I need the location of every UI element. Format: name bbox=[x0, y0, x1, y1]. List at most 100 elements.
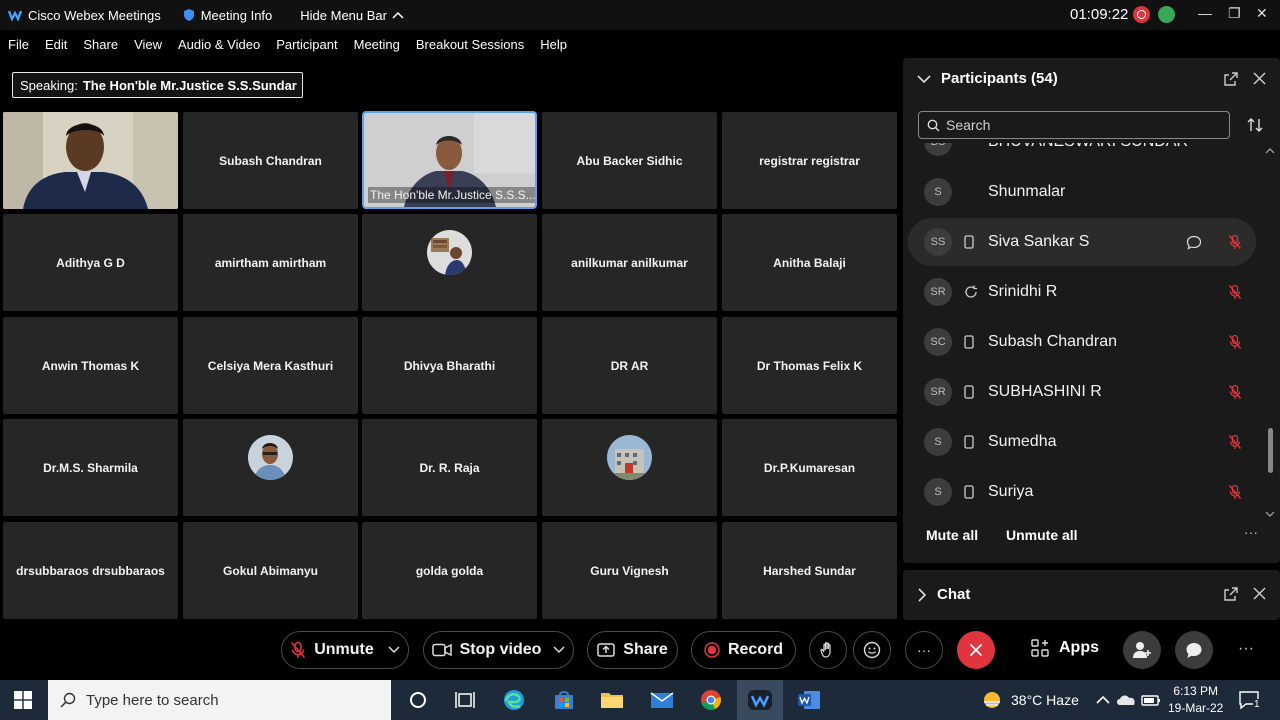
video-tile[interactable]: Guru Vignesh bbox=[542, 522, 717, 619]
file-explorer-icon[interactable] bbox=[599, 688, 625, 712]
video-tile[interactable] bbox=[542, 419, 717, 516]
video-tile[interactable]: Harshed Sundar bbox=[722, 522, 897, 619]
microsoft-store-icon[interactable] bbox=[551, 688, 577, 712]
video-tile[interactable]: Abu Backer Sidhic bbox=[542, 112, 717, 209]
video-tile[interactable]: Subash Chandran bbox=[183, 112, 358, 209]
menu-meeting[interactable]: Meeting bbox=[354, 37, 400, 52]
raise-hand-button[interactable] bbox=[809, 631, 847, 669]
video-tile[interactable]: amirtham amirtham bbox=[183, 214, 358, 311]
video-tile[interactable]: Dr. R. Raja bbox=[362, 419, 537, 516]
taskbar-active-app[interactable] bbox=[737, 680, 783, 720]
video-tile[interactable]: drsubbaraos drsubbaraos bbox=[3, 522, 178, 619]
windows-start-icon[interactable] bbox=[14, 691, 32, 709]
video-tile[interactable]: Gokul Abimanyu bbox=[183, 522, 358, 619]
close-icon[interactable] bbox=[1253, 587, 1266, 600]
video-tile[interactable]: Dr.P.Kumaresan bbox=[722, 419, 897, 516]
participant-more-options-button[interactable]: ··· bbox=[1244, 524, 1258, 540]
menu-file[interactable]: File bbox=[8, 37, 29, 52]
video-tile[interactable]: Dr Thomas Felix K bbox=[722, 317, 897, 414]
muted-mic-icon[interactable] bbox=[1228, 284, 1242, 300]
meeting-info-button[interactable]: Meeting Info bbox=[183, 8, 272, 23]
edge-browser-icon[interactable] bbox=[501, 688, 527, 712]
menu-breakout-sessions[interactable]: Breakout Sessions bbox=[416, 37, 524, 52]
notification-center-button[interactable]: 1 bbox=[1238, 690, 1261, 715]
muted-mic-icon[interactable] bbox=[1228, 434, 1242, 450]
participant-row[interactable]: SR Srinidhi R bbox=[908, 268, 1256, 316]
participant-row[interactable]: S Suriya bbox=[908, 468, 1256, 516]
menu-edit[interactable]: Edit bbox=[45, 37, 67, 52]
mail-icon[interactable] bbox=[649, 688, 675, 712]
mute-all-button[interactable]: Mute all bbox=[926, 527, 978, 543]
video-tile[interactable]: anilkumar anilkumar bbox=[542, 214, 717, 311]
scroll-thumb[interactable] bbox=[1268, 428, 1273, 473]
participant-row[interactable]: BS BHUVANESWARI SUNDAR bbox=[908, 143, 1256, 166]
speaking-name: The Hon'ble Mr.Justice S.S.Sundar bbox=[82, 77, 297, 93]
more-options-button[interactable]: ··· bbox=[905, 631, 943, 669]
taskbar-search-box[interactable]: Type here to search bbox=[48, 680, 391, 720]
video-tile[interactable]: Adithya G D bbox=[3, 214, 178, 311]
video-tile[interactable]: Anitha Balaji bbox=[722, 214, 897, 311]
muted-mic-icon[interactable] bbox=[1228, 384, 1242, 400]
word-icon[interactable] bbox=[796, 688, 822, 712]
onedrive-cloud-icon[interactable] bbox=[1114, 688, 1140, 712]
video-tile[interactable]: Celsiya Mera Kasthuri bbox=[183, 317, 358, 414]
battery-icon[interactable] bbox=[1138, 688, 1164, 712]
recording-indicator-icon[interactable] bbox=[1133, 6, 1150, 23]
control-bar-overflow-button[interactable]: ··· bbox=[1238, 640, 1254, 658]
menu-participant[interactable]: Participant bbox=[276, 37, 337, 52]
chat-toggle-button[interactable] bbox=[1175, 631, 1213, 669]
sort-icon[interactable] bbox=[1247, 117, 1263, 133]
chat-bubble-icon[interactable] bbox=[1186, 235, 1202, 250]
apps-button[interactable]: Apps bbox=[1031, 639, 1099, 657]
participant-row[interactable]: S Sumedha bbox=[908, 418, 1256, 466]
network-stats-icon[interactable] bbox=[1158, 6, 1175, 23]
pop-out-icon[interactable] bbox=[1224, 72, 1238, 86]
participants-toggle-button[interactable] bbox=[1123, 631, 1161, 669]
close-window-button[interactable]: ✕ bbox=[1256, 5, 1268, 22]
participant-row[interactable]: S Shunmalar bbox=[908, 168, 1256, 216]
unmute-all-button[interactable]: Unmute all bbox=[1006, 527, 1078, 543]
video-tile[interactable]: Dhivya Bharathi bbox=[362, 317, 537, 414]
participant-search-input[interactable] bbox=[946, 117, 1216, 133]
leave-meeting-button[interactable] bbox=[957, 631, 995, 669]
participant-row[interactable]: SR SUBHASHINI R bbox=[908, 368, 1256, 416]
participant-row[interactable]: SS Siva Sankar S bbox=[908, 218, 1256, 266]
menu-view[interactable]: View bbox=[134, 37, 162, 52]
system-clock[interactable]: 6:13 PM 19-Mar-22 bbox=[1168, 683, 1223, 717]
video-tile[interactable]: DR AR bbox=[542, 317, 717, 414]
chat-header[interactable]: Chat bbox=[917, 586, 970, 603]
hide-menu-bar-button[interactable]: Hide Menu Bar bbox=[300, 8, 404, 23]
muted-mic-icon[interactable] bbox=[1228, 484, 1242, 500]
video-tile[interactable]: golda golda bbox=[362, 522, 537, 619]
task-view-icon[interactable] bbox=[452, 688, 478, 712]
participants-header[interactable]: Participants (54) bbox=[917, 70, 1058, 87]
video-tile[interactable] bbox=[362, 214, 537, 311]
video-tile[interactable] bbox=[183, 419, 358, 516]
menu-help[interactable]: Help bbox=[540, 37, 567, 52]
participant-row[interactable]: SC Subash Chandran bbox=[908, 318, 1256, 366]
weather-text[interactable]: 38°C Haze bbox=[1011, 692, 1079, 708]
participant-list-scrollbar[interactable] bbox=[1265, 148, 1275, 518]
stop-video-button[interactable]: Stop video bbox=[423, 631, 574, 669]
reactions-button[interactable] bbox=[853, 631, 891, 669]
video-tile[interactable]: Anwin Thomas K bbox=[3, 317, 178, 414]
video-tile-active-speaker[interactable]: The Hon'ble Mr.Justice S.S.S... bbox=[362, 111, 537, 209]
video-tile[interactable]: Dr.M.S. Sharmila bbox=[3, 419, 178, 516]
close-icon[interactable] bbox=[1253, 72, 1266, 85]
restore-button[interactable]: ❐ bbox=[1228, 5, 1241, 22]
participant-search-box[interactable] bbox=[918, 111, 1230, 139]
cortana-icon[interactable] bbox=[405, 688, 431, 712]
muted-mic-icon[interactable] bbox=[1228, 234, 1242, 250]
video-tile[interactable]: registrar registrar bbox=[722, 112, 897, 209]
chrome-icon[interactable] bbox=[698, 688, 724, 712]
menu-audio-video[interactable]: Audio & Video bbox=[178, 37, 260, 52]
share-button[interactable]: Share bbox=[587, 631, 678, 669]
record-button[interactable]: Record bbox=[691, 631, 796, 669]
unmute-button[interactable]: Unmute bbox=[281, 631, 409, 669]
chevron-up-icon[interactable] bbox=[1090, 688, 1116, 712]
pop-out-icon[interactable] bbox=[1224, 587, 1238, 601]
video-tile-self[interactable] bbox=[3, 112, 178, 209]
minimize-button[interactable]: — bbox=[1198, 5, 1212, 21]
muted-mic-icon[interactable] bbox=[1228, 334, 1242, 350]
menu-share[interactable]: Share bbox=[83, 37, 118, 52]
